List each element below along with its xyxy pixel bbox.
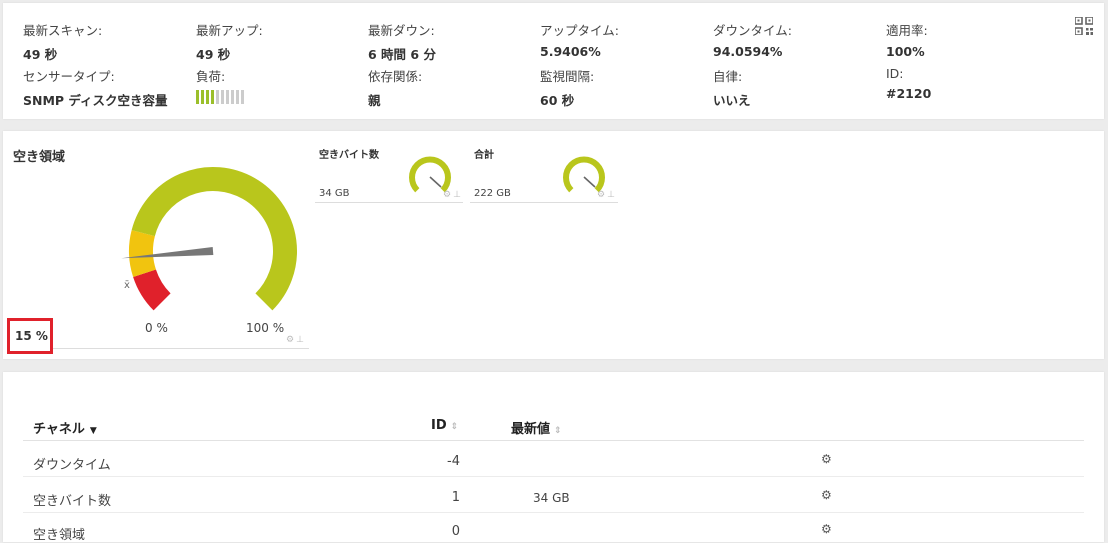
interval-label: 監視間隔: (540, 69, 595, 84)
mini-gauge-tools[interactable]: ⚙⊥ (597, 190, 617, 200)
gauge-value: 15 % (7, 318, 53, 354)
load-bar (201, 90, 204, 104)
column-header-last-value-label: 最新値 (511, 422, 551, 437)
free-space-gauge: x̄ (121, 167, 297, 311)
last-down-cell: 最新ダウン: 6 時間 6 分 (368, 20, 436, 63)
load-bar (241, 90, 244, 104)
autonomous-cell: 自律: いいえ (713, 66, 751, 109)
column-header-last-value[interactable]: 最新値 ⇕ (511, 418, 562, 437)
sensor-type-label: センサータイプ: (23, 69, 115, 84)
autonomous-value: いいえ (713, 93, 751, 108)
load-bar (196, 90, 199, 104)
gauge-band (131, 167, 297, 311)
settings-icon[interactable]: ⚙ (286, 335, 296, 345)
sort-icon: ⇕ (450, 422, 459, 432)
last-down-value: 6 時間 6 分 (368, 47, 436, 62)
sensor-type-value: SNMP ディスク空き容量 (23, 93, 168, 108)
downtime-cell: ダウンタイム: 94.0594% (713, 20, 792, 59)
coverage-label: 適用率: (886, 23, 928, 38)
gauges-panel: 空き領域 x̄ 0 % 100 % 15 % ⚙⊥ 空きバイト数 34 GB ⚙… (3, 131, 1104, 359)
last-scan-label: 最新スキャン: (23, 23, 103, 38)
id-label: ID: (886, 66, 904, 81)
dependency-label: 依存関係: (368, 69, 423, 84)
load-bar (226, 90, 229, 104)
channel-last-value: 34 GB (533, 491, 570, 505)
id-cell: ID: #2120 (886, 66, 931, 101)
last-up-cell: 最新アップ: 49 秒 (196, 20, 263, 63)
settings-icon[interactable]: ⚙ (443, 190, 453, 200)
downtime-label: ダウンタイム: (713, 23, 792, 38)
load-bar (236, 90, 239, 104)
dependency-value[interactable]: 親 (368, 90, 422, 109)
uptime-value: 5.9406% (540, 44, 601, 59)
autonomous-label: 自律: (713, 69, 743, 84)
column-header-channel[interactable]: チャネル ▼ (33, 418, 97, 437)
load-bar (221, 90, 224, 104)
coverage-value: 100% (886, 44, 925, 59)
last-up-value: 49 秒 (196, 47, 231, 62)
settings-icon[interactable]: ⚙ (597, 190, 607, 200)
header-divider (23, 440, 1084, 441)
channel-id: 1 (451, 490, 460, 505)
dependency-cell: 依存関係: 親 (368, 66, 422, 109)
channel-id: 0 (451, 524, 460, 539)
mini-gauge-value: 34 GB (319, 188, 350, 199)
sort-icon: ⇕ (554, 426, 562, 436)
channel-settings-icon[interactable]: ⚙ (821, 452, 832, 466)
downtime-value: 94.0594% (713, 44, 783, 59)
uptime-cell: アップタイム: 5.9406% (540, 20, 619, 59)
row-divider (23, 512, 1084, 513)
gauge-tools[interactable]: ⚙⊥ (286, 335, 306, 345)
gauge-min-label: 0 % (145, 321, 168, 335)
load-label: 負荷: (196, 69, 226, 84)
sort-down-icon: ▼ (89, 426, 97, 436)
qr-code-icon[interactable] (1075, 17, 1093, 35)
channel-settings-icon[interactable]: ⚙ (821, 488, 832, 502)
channel-name[interactable]: ダウンタイム (33, 454, 111, 473)
load-cell: 負荷: (196, 66, 244, 104)
gauge-underline (53, 348, 309, 349)
sensor-type-cell: センサータイプ: SNMP ディスク空き容量 (23, 66, 168, 109)
interval-cell: 監視間隔: 60 秒 (540, 66, 594, 109)
id-value: #2120 (886, 86, 932, 101)
load-bar (206, 90, 209, 104)
load-meter (196, 90, 244, 104)
uptime-label: アップタイム: (540, 23, 619, 38)
channel-settings-icon[interactable]: ⚙ (821, 522, 832, 536)
pin-icon[interactable]: ⊥ (296, 335, 306, 345)
gauge-title: 空き領域 (13, 150, 66, 165)
row-divider (23, 476, 1084, 477)
load-bar (216, 90, 219, 104)
channel-name[interactable]: 空きバイト数 (33, 490, 111, 509)
channel-id: -4 (447, 454, 460, 469)
gauge-band (129, 230, 157, 277)
column-header-id[interactable]: ID ⇕ (431, 418, 458, 433)
column-header-channel-label: チャネル (33, 422, 85, 437)
last-down-label: 最新ダウン: (368, 23, 435, 38)
sensor-info-panel: 最新スキャン: 49 秒 最新アップ: 49 秒 最新ダウン: 6 時間 6 分… (3, 3, 1104, 119)
load-bar (231, 90, 234, 104)
mini-gauge-underline (470, 202, 618, 203)
last-up-label: 最新アップ: (196, 23, 263, 38)
last-scan-cell: 最新スキャン: 49 秒 (23, 20, 102, 63)
gauge-arcs (129, 167, 297, 311)
interval-value: 60 秒 (540, 93, 575, 108)
gauge-band (133, 269, 171, 311)
channels-panel: チャネル ▼ ID ⇕ 最新値 ⇕ ダウンタイム -4 ⚙ 空きバイト数 1 34 G… (3, 372, 1104, 543)
pin-icon[interactable]: ⊥ (607, 190, 617, 200)
average-marker: x̄ (124, 280, 130, 291)
mini-gauge-value: 222 GB (474, 188, 511, 199)
mini-gauge-underline (315, 202, 463, 203)
channel-name[interactable]: 空き領域 (33, 524, 85, 543)
pin-icon[interactable]: ⊥ (453, 190, 463, 200)
coverage-cell: 適用率: 100% (886, 20, 928, 59)
last-scan-value: 49 秒 (23, 47, 58, 62)
load-bar (211, 90, 214, 104)
mini-gauge-title: 空きバイト数 (319, 150, 379, 161)
gauge-max-label: 100 % (246, 321, 285, 335)
mini-gauge-tools[interactable]: ⚙⊥ (443, 190, 463, 200)
column-header-id-label: ID (431, 418, 447, 433)
mini-gauge-title: 合計 (474, 150, 494, 161)
